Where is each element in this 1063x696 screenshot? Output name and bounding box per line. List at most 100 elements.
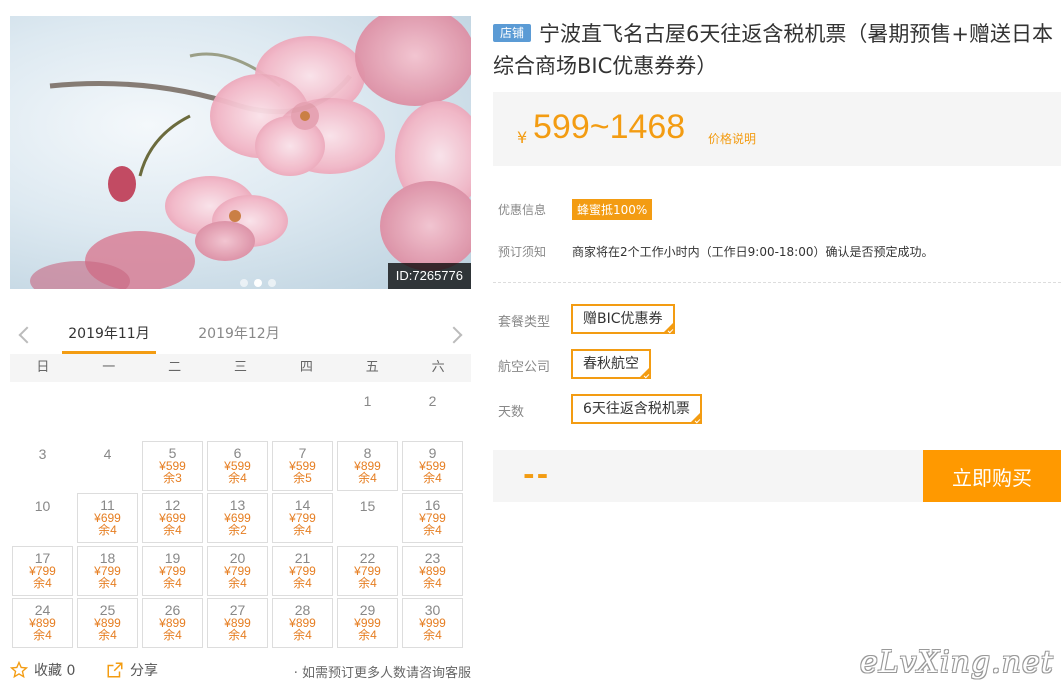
calendar-day: 4 [77, 441, 138, 491]
calendar-day-available[interactable]: 29 ¥999 余4 [337, 598, 398, 648]
day-number: 14 [294, 497, 311, 513]
day-number: 21 [294, 549, 311, 566]
calendar-day-available[interactable]: 25 ¥899 余4 [77, 598, 138, 648]
day-number: 7 [298, 444, 307, 461]
day-number: 15 [359, 498, 376, 514]
favorite-button[interactable]: 收藏 0 [10, 660, 75, 680]
day-price: ¥899 [419, 563, 446, 578]
calendar-day-available[interactable]: 13 ¥699 余2 [207, 493, 268, 543]
day-remaining: 余4 [293, 575, 312, 590]
calendar-day-available[interactable]: 16 ¥799 余4 [402, 493, 463, 543]
day-remaining: 余4 [163, 523, 182, 537]
calendar-day-available[interactable]: 30 ¥999 余4 [402, 598, 463, 648]
weekday-mon: 一 [102, 360, 116, 375]
day-number: 19 [164, 549, 181, 566]
option-package-button[interactable]: 赠BIC优惠券 [571, 304, 675, 334]
day-number: 27 [229, 602, 246, 618]
option-airline-button[interactable]: 春秋航空 [571, 349, 651, 379]
day-number: 13 [229, 497, 246, 513]
calendar-header: 2019年11月 2019年12月 [10, 316, 471, 354]
day-price: ¥799 [224, 563, 251, 578]
price-note-link[interactable]: 价格说明 [708, 130, 756, 147]
carousel-dot[interactable] [268, 279, 276, 287]
check-icon [694, 417, 701, 424]
calendar-day-available[interactable]: 7 ¥599 余5 [272, 440, 333, 491]
favorite-label: 收藏 0 [34, 663, 76, 679]
day-number: 5 [168, 444, 177, 461]
calendar-day-available[interactable]: 18 ¥799 余4 [77, 545, 138, 596]
shop-badge[interactable]: 店铺 [493, 24, 532, 42]
day-price: ¥599 [289, 458, 316, 473]
calendar-day-available[interactable]: 24 ¥899 余4 [12, 598, 73, 648]
day-remaining: 余4 [228, 628, 247, 642]
calendar-day-available[interactable]: 6 ¥599 余4 [207, 440, 268, 491]
promo-row: 优惠信息 蜂蜜抵100% [498, 199, 653, 220]
day-price: ¥599 [419, 458, 446, 473]
calendar-day-available[interactable]: 14 ¥799 余4 [272, 493, 333, 543]
day-price: ¥599 [224, 458, 251, 473]
day-number: 1 [363, 393, 372, 409]
weekday-wed: 三 [234, 360, 248, 375]
total-price: -- [523, 458, 551, 491]
carousel-dot[interactable] [240, 279, 248, 287]
calendar-day-available[interactable]: 28 ¥899 余4 [272, 598, 333, 648]
chevron-left-icon[interactable] [14, 322, 34, 348]
carousel-dot[interactable] [254, 279, 262, 287]
calendar-tab-dec[interactable]: 2019年12月 [192, 316, 286, 354]
day-number: 4 [103, 445, 112, 462]
carousel-dots [240, 279, 276, 287]
calendar-day-available[interactable]: 27 ¥899 余4 [207, 598, 268, 648]
day-number: 18 [99, 549, 116, 566]
promo-badge: 蜂蜜抵100% [572, 199, 653, 220]
calendar-day-available[interactable]: 8 ¥899 余4 [337, 440, 398, 491]
day-remaining: 余4 [293, 628, 312, 642]
check-icon [667, 327, 673, 334]
calendar-day-available[interactable]: 5 ¥599 余3 [142, 440, 203, 491]
notice-text: 商家将在2个工作小时内（工作日9:00-18:00）确认是否预定成功。 [572, 245, 934, 259]
calendar-day-available[interactable]: 11 ¥699 余4 [77, 493, 138, 543]
day-remaining: 余4 [423, 523, 442, 537]
option-airline-value: 春秋航空 [583, 356, 639, 372]
calendar-day-available[interactable]: 12 ¥699 余4 [142, 493, 203, 543]
notice-label: 预订须知 [498, 245, 547, 259]
day-number: 29 [359, 602, 376, 618]
share-button[interactable]: 分享 [106, 660, 158, 680]
weekday-fri: 五 [365, 360, 379, 375]
day-remaining: 余2 [228, 523, 247, 537]
day-remaining: 余4 [33, 575, 52, 590]
day-remaining: 余3 [163, 470, 182, 485]
calendar-day-available[interactable]: 22 ¥799 余4 [337, 545, 398, 596]
day-price: ¥599 [159, 458, 186, 473]
day-number: 17 [34, 549, 51, 566]
calendar-day-available[interactable]: 21 ¥799 余4 [272, 545, 333, 596]
weekday-sun: 日 [36, 360, 50, 375]
product-title-text: 宁波直飞名古屋6天往返含税机票（暑期预售+赠送日本综合商场BIC优惠券券） [493, 22, 1053, 78]
day-number: 20 [229, 549, 246, 566]
currency-symbol: ¥ [517, 128, 528, 147]
buy-now-button[interactable]: 立即购买 [923, 450, 1061, 502]
day-number: 10 [34, 498, 51, 514]
day-remaining: 余5 [293, 470, 312, 485]
product-photo[interactable]: ID:7265776 [10, 16, 471, 289]
day-price: ¥799 [354, 563, 381, 578]
weekday-sat: 六 [431, 360, 445, 375]
day-remaining: 余4 [358, 628, 377, 642]
calendar-day-available[interactable]: 23 ¥899 余4 [402, 545, 463, 596]
day-price: ¥899 [354, 458, 381, 473]
calendar-day-available[interactable]: 17 ¥799 余4 [12, 545, 73, 596]
calendar-day-available[interactable]: 9 ¥599 余4 [402, 440, 463, 491]
day-number: 24 [34, 602, 51, 618]
day-number: 6 [233, 444, 242, 461]
calendar-tab-nov[interactable]: 2019年11月 [62, 316, 156, 354]
day-number: 2 [428, 393, 437, 409]
day-remaining: 余4 [163, 628, 182, 642]
day-number: 28 [294, 602, 311, 618]
calendar-day-available[interactable]: 26 ¥899 余4 [142, 598, 203, 648]
calendar-day-available[interactable]: 20 ¥799 余4 [207, 545, 268, 596]
action-bar: 收藏 0 分享 · 如需预订更多人数请咨询客服 [10, 660, 471, 682]
option-days-button[interactable]: 6天往返含税机票 [571, 394, 702, 424]
calendar-day-available[interactable]: 19 ¥799 余4 [142, 545, 203, 596]
chevron-right-icon[interactable] [447, 322, 467, 348]
day-price: ¥799 [94, 563, 121, 578]
day-number: 16 [424, 497, 441, 513]
